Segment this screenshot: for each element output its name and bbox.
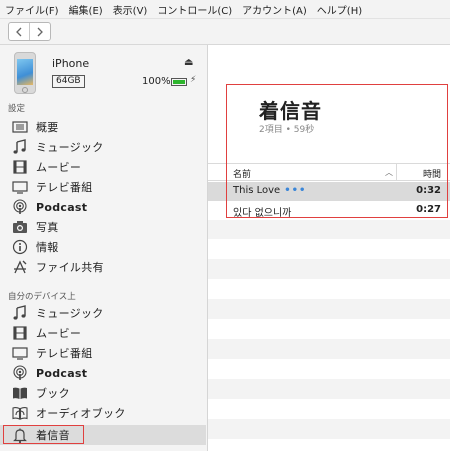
- column-time-header[interactable]: 時間: [423, 167, 441, 180]
- table-header: 名前 ︿ 時間: [208, 163, 450, 181]
- empty-rows: [208, 219, 450, 451]
- sidebar-item-device-tv[interactable]: テレビ番組: [0, 343, 206, 363]
- device-name: iPhone: [52, 57, 90, 70]
- more-options-icon[interactable]: •••: [284, 185, 306, 196]
- sidebar-item-device-audiobooks[interactable]: オーディオブック: [0, 403, 206, 423]
- music-note-icon: [13, 305, 26, 320]
- column-name-header[interactable]: 名前: [233, 167, 251, 180]
- menu-account[interactable]: アカウント(A): [237, 2, 312, 17]
- sidebar-item-device-books[interactable]: ブック: [0, 383, 206, 403]
- menu-bar: ファイル(F) 編集(E) 表示(V) コントロール(C) アカウント(A) ヘ…: [0, 0, 450, 19]
- track-name: This Love: [233, 185, 281, 196]
- page-subtitle: 2項目 • 59秒: [259, 125, 315, 135]
- podcast-icon: [13, 365, 27, 380]
- track-name: 있다 없으니까: [233, 208, 292, 219]
- sidebar: iPhone ⏏ 64GB 100% ⚡ 設定 概要 ミュージック ムービー テ…: [0, 45, 208, 451]
- menu-edit[interactable]: 編集(E): [64, 2, 108, 17]
- tv-icon: [12, 347, 28, 360]
- menu-file[interactable]: ファイル(F): [0, 2, 64, 17]
- sort-chevron-icon[interactable]: ︿: [385, 167, 393, 178]
- table-row[interactable]: This Love ••• 0:32: [208, 182, 450, 201]
- sidebar-item-device-podcast[interactable]: Podcast: [0, 363, 206, 383]
- film-icon: [13, 160, 27, 174]
- tv-icon: [12, 181, 28, 194]
- sidebar-item-summary[interactable]: 概要: [0, 117, 206, 137]
- page-title: 着信音: [259, 99, 322, 123]
- sidebar-item-info[interactable]: 情報: [0, 237, 206, 257]
- settings-section-title: 設定: [8, 104, 26, 114]
- back-button[interactable]: [9, 23, 29, 40]
- menu-controls[interactable]: コントロール(C): [152, 2, 237, 17]
- summary-icon: [12, 121, 28, 133]
- battery-icon: [171, 78, 187, 86]
- track-time: 0:32: [416, 185, 441, 196]
- device-capacity: 64GB: [52, 75, 85, 88]
- camera-icon: [13, 221, 27, 233]
- nav-buttons: [8, 22, 51, 41]
- ondevice-section-title: 自分のデバイス上: [8, 292, 76, 302]
- menu-view[interactable]: 表示(V): [108, 2, 153, 17]
- content-header: [208, 45, 450, 163]
- sidebar-item-podcast[interactable]: Podcast: [0, 197, 206, 217]
- music-note-icon: [13, 139, 26, 154]
- apps-icon: [14, 260, 27, 274]
- chevron-right-icon: [37, 27, 43, 36]
- iphone-icon: [14, 52, 36, 94]
- forward-button[interactable]: [29, 23, 50, 40]
- sidebar-item-device-movies[interactable]: ムービー: [0, 323, 206, 343]
- ringtones-highlight-box: [3, 425, 84, 444]
- info-icon: [12, 239, 28, 255]
- menu-help[interactable]: ヘルプ(H): [312, 2, 367, 17]
- podcast-icon: [13, 199, 27, 214]
- sidebar-item-photos[interactable]: 写真: [0, 217, 206, 237]
- eject-icon[interactable]: ⏏: [184, 57, 193, 68]
- table-row[interactable]: 있다 없으니까 0:27: [208, 201, 450, 220]
- nav-bar: [0, 19, 450, 45]
- sidebar-item-music[interactable]: ミュージック: [0, 137, 206, 157]
- track-time: 0:27: [416, 204, 441, 215]
- battery-percent: 100%: [142, 76, 171, 87]
- sidebar-item-file-sharing[interactable]: ファイル共有: [0, 257, 206, 277]
- sidebar-item-device-music[interactable]: ミュージック: [0, 303, 206, 323]
- sidebar-item-movies[interactable]: ムービー: [0, 157, 206, 177]
- device-header[interactable]: iPhone ⏏ 64GB 100% ⚡: [0, 45, 207, 97]
- charging-icon: ⚡: [190, 75, 197, 85]
- film-icon: [13, 326, 27, 340]
- book-icon: [13, 387, 27, 399]
- chevron-left-icon: [16, 27, 22, 36]
- audiobook-icon: [12, 407, 28, 420]
- sidebar-item-tv[interactable]: テレビ番組: [0, 177, 206, 197]
